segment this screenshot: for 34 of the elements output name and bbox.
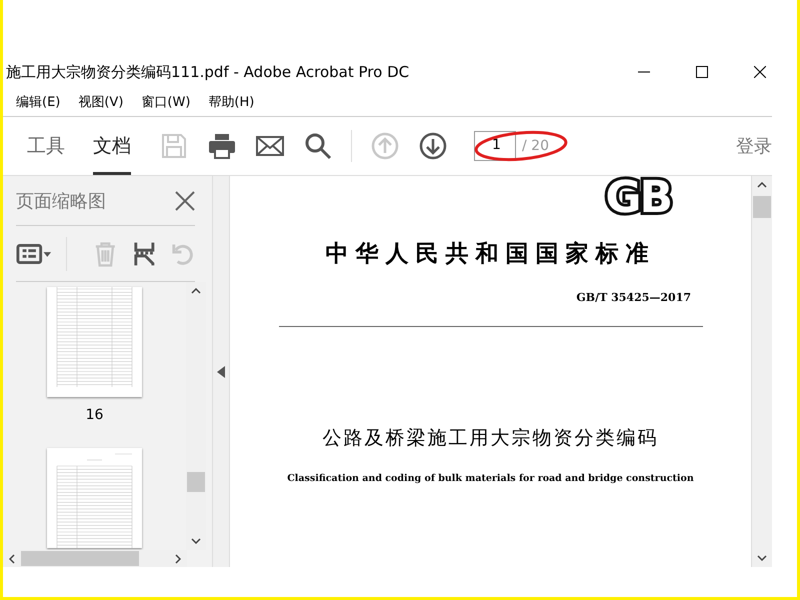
scrollbar-thumb[interactable]	[753, 196, 771, 218]
page-number-label: 16	[86, 407, 104, 423]
scroll-down-icon[interactable]	[191, 538, 201, 544]
scroll-up-icon[interactable]	[191, 288, 201, 294]
maximize-icon[interactable]	[696, 66, 708, 78]
scroll-up-icon[interactable]	[757, 182, 767, 188]
page-thumbnail[interactable]	[47, 287, 142, 397]
document-subtitle: Classification and coding of bulk materials for road and bridge construction	[287, 473, 694, 484]
window-title: 施工用大宗物资分类编码111.pdf - Adobe Acrobat Pro DC	[6, 62, 410, 82]
close-icon[interactable]	[754, 66, 766, 78]
panel-title: 页面缩略图	[16, 190, 106, 212]
scroll-left-icon[interactable]	[9, 554, 15, 564]
menu-item[interactable]: 窗口(W)	[141, 92, 190, 110]
document-title: 公路及桥梁施工用大宗物资分类编码	[322, 426, 658, 451]
page-total: / 20	[522, 138, 549, 154]
collapse-arrow-icon[interactable]	[217, 366, 225, 378]
extract-pages-icon[interactable]	[132, 240, 156, 268]
page-number-field[interactable]: 1	[474, 131, 516, 161]
page-thumbnail[interactable]	[47, 448, 142, 548]
menu-item[interactable]: 帮助(H)	[208, 92, 254, 110]
scroll-down-icon[interactable]	[757, 555, 767, 561]
printer-icon[interactable]	[207, 131, 237, 161]
toolbar-tab[interactable]: 工具	[27, 117, 65, 175]
standard-heading: 中华人民共和国国家标准	[326, 239, 656, 269]
scrollbar-thumb[interactable]	[21, 551, 139, 566]
vertical-scrollbar[interactable]	[751, 176, 772, 567]
menu-item[interactable]: 视图(V)	[78, 92, 124, 110]
sign-in-link[interactable]: 登录	[736, 134, 772, 158]
menu-item[interactable]: 编辑(E)	[16, 92, 60, 110]
scrollbar-thumb[interactable]	[187, 472, 205, 492]
gb-logo: GB	[605, 176, 671, 220]
scroll-right-icon[interactable]	[175, 554, 181, 564]
search-icon[interactable]	[303, 131, 333, 161]
standard-code: GB/T 35425—2017	[576, 291, 691, 304]
